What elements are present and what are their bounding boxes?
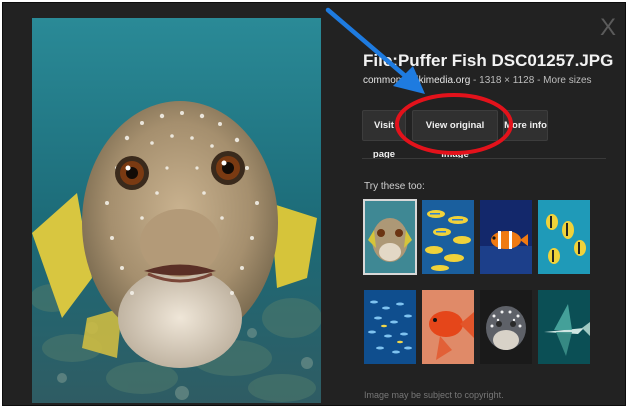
thumbnail-yellow-fish-school[interactable] [422, 200, 474, 274]
puffer-fish-image[interactable] [32, 18, 321, 403]
image-size-info[interactable]: - 1318 × 1128 - More sizes [470, 75, 592, 86]
image-preview-panel: X File:Puffer Fish DSC01257.JPG - W... c… [2, 2, 626, 406]
more-info-button[interactable]: More info [503, 110, 548, 141]
try-these-label: Try these too: [364, 181, 425, 192]
thumbnail-clownfish[interactable] [480, 200, 532, 274]
close-icon[interactable]: X [599, 16, 617, 40]
thumbnail-blue-fish-school[interactable] [364, 290, 416, 364]
thumbnail-goldfish[interactable] [422, 290, 474, 364]
thumbnail-reef-fish[interactable] [538, 200, 590, 274]
view-original-image-button[interactable]: View original image [412, 110, 498, 160]
image-title[interactable]: File:Puffer Fish DSC01257.JPG - W... [363, 51, 615, 71]
thumbnail-flying-fish[interactable] [538, 290, 590, 364]
visit-page-button[interactable]: Visit page [362, 110, 406, 160]
image-meta: commons.wikimedia.org - 1318 × 1128 - Mo… [363, 75, 603, 86]
thumbnail-puffer-fish[interactable] [363, 199, 417, 275]
thumbnail-spotted-puffer[interactable] [480, 290, 532, 364]
copyright-notice: Image may be subject to copyright. [364, 390, 504, 400]
source-domain[interactable]: commons.wikimedia.org [363, 75, 470, 86]
divider [362, 158, 606, 159]
